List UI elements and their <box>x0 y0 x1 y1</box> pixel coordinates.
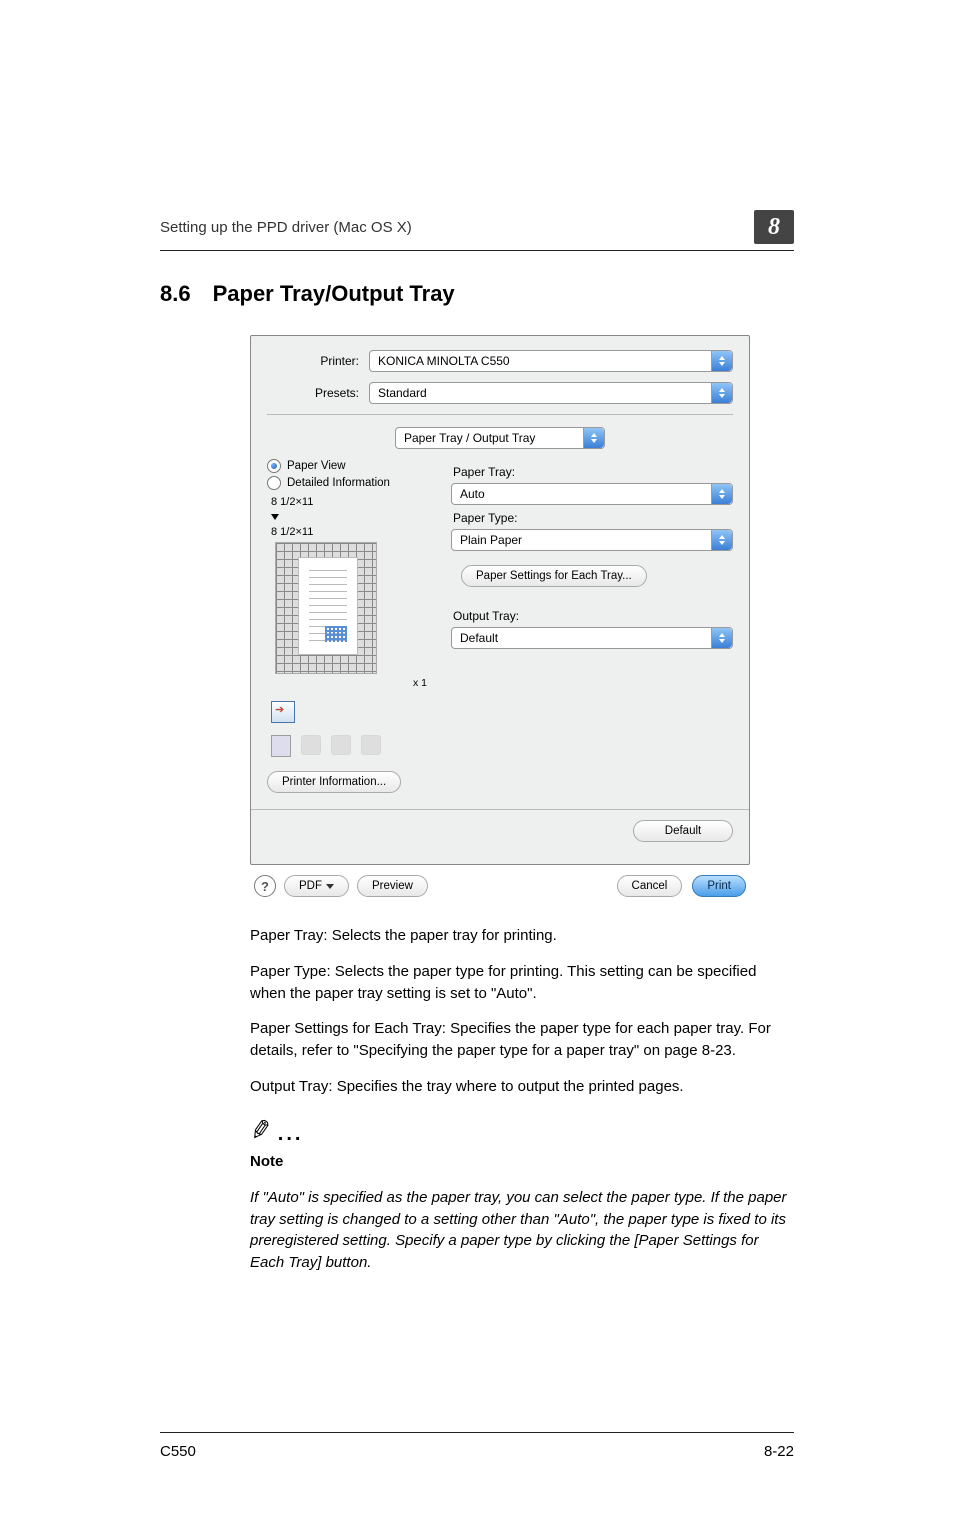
paragraph: Paper Settings for Each Tray: Specifies … <box>250 1018 794 1062</box>
note-text: If "Auto" is specified as the paper tray… <box>250 1187 794 1274</box>
footer-page: 8-22 <box>764 1443 794 1460</box>
divider <box>267 414 733 415</box>
paper-tray-value: Auto <box>460 487 485 501</box>
chevron-updown-icon <box>711 628 732 648</box>
page-size-1: 8 1/2×11 <box>271 496 437 508</box>
dots-icon: ... <box>278 1120 304 1149</box>
paper-tray-popup[interactable]: Auto <box>451 483 733 505</box>
help-icon[interactable]: ? <box>254 875 276 897</box>
radio-paper-view-label: Paper View <box>287 460 346 472</box>
paragraph: Paper Tray: Selects the paper tray for p… <box>250 925 794 947</box>
radio-dot-icon <box>267 459 281 473</box>
printer-popup[interactable]: KONICA MINOLTA C550 <box>369 350 733 372</box>
pencil-icon: ✎ <box>247 1110 275 1151</box>
section-title: Paper Tray/Output Tray <box>213 281 455 307</box>
disabled-icon <box>301 735 321 755</box>
chapter-badge: 8 <box>754 210 794 244</box>
pane-value: Paper Tray / Output Tray <box>404 431 535 445</box>
preview-button[interactable]: Preview <box>357 875 428 897</box>
triangle-down-icon <box>326 884 334 889</box>
section-heading: 8.6 Paper Tray/Output Tray <box>160 281 794 307</box>
feature-icons <box>271 701 437 723</box>
output-tray-value: Default <box>460 631 498 645</box>
chevron-updown-icon <box>711 484 732 504</box>
running-title: Setting up the PPD driver (Mac OS X) <box>160 219 412 236</box>
radio-dot-icon <box>267 476 281 490</box>
radio-detailed-info[interactable]: Detailed Information <box>267 476 437 490</box>
page-header: Setting up the PPD driver (Mac OS X) 8 <box>160 190 794 251</box>
default-button[interactable]: Default <box>633 820 733 842</box>
copy-icon <box>271 701 295 723</box>
disabled-icon <box>331 735 351 755</box>
presets-popup[interactable]: Standard <box>369 382 733 404</box>
printer-value: KONICA MINOLTA C550 <box>378 354 510 368</box>
section-number: 8.6 <box>160 281 191 307</box>
pdf-button[interactable]: PDF <box>284 875 349 897</box>
paper-tray-label: Paper Tray: <box>453 465 733 479</box>
note-icon: ✎ ... <box>250 1112 794 1150</box>
feature-icons-row2 <box>271 735 437 757</box>
page-footer: C550 8-22 <box>160 1432 794 1460</box>
print-button[interactable]: Print <box>692 875 746 897</box>
disabled-icon <box>361 735 381 755</box>
footer-model: C550 <box>160 1443 196 1460</box>
paper-type-popup[interactable]: Plain Paper <box>451 529 733 551</box>
presets-value: Standard <box>378 386 427 400</box>
printer-info-button[interactable]: Printer Information... <box>267 771 401 793</box>
print-dialog: Printer: KONICA MINOLTA C550 Presets: St… <box>250 335 750 865</box>
radio-paper-view[interactable]: Paper View <box>267 459 437 473</box>
paper-type-value: Plain Paper <box>460 533 522 547</box>
lock-icon <box>271 735 291 757</box>
output-tray-label: Output Tray: <box>453 609 733 623</box>
chevron-updown-icon <box>711 351 732 371</box>
paragraph: Output Tray: Specifies the tray where to… <box>250 1076 794 1098</box>
presets-label: Presets: <box>267 386 369 400</box>
right-column: Paper Tray: Auto Paper Type: Plain Paper… <box>451 459 733 793</box>
note-label: Note <box>250 1151 794 1173</box>
output-tray-popup[interactable]: Default <box>451 627 733 649</box>
copies-indicator: x 1 <box>267 677 427 689</box>
paper-type-label: Paper Type: <box>453 511 733 525</box>
pane-popup[interactable]: Paper Tray / Output Tray <box>395 427 605 449</box>
chevron-updown-icon <box>583 428 604 448</box>
triangle-down-icon <box>271 514 279 520</box>
printer-label: Printer: <box>267 354 369 368</box>
page-thumbnail <box>275 542 377 674</box>
radio-detailed-label: Detailed Information <box>287 477 390 489</box>
left-column: Paper View Detailed Information 8 1/2×11… <box>267 459 437 793</box>
dialog-footer: ? PDF Preview Cancel Print <box>250 875 750 897</box>
paragraph: Paper Type: Selects the paper type for p… <box>250 961 794 1005</box>
page-size-2: 8 1/2×11 <box>271 526 437 538</box>
cancel-button[interactable]: Cancel <box>617 875 683 897</box>
body-text: Paper Tray: Selects the paper tray for p… <box>250 925 794 1274</box>
page-size-arrow <box>271 514 437 520</box>
pdf-button-label: PDF <box>299 880 322 892</box>
paper-settings-each-tray-button[interactable]: Paper Settings for Each Tray... <box>461 565 647 587</box>
chevron-updown-icon <box>711 383 732 403</box>
chevron-updown-icon <box>711 530 732 550</box>
